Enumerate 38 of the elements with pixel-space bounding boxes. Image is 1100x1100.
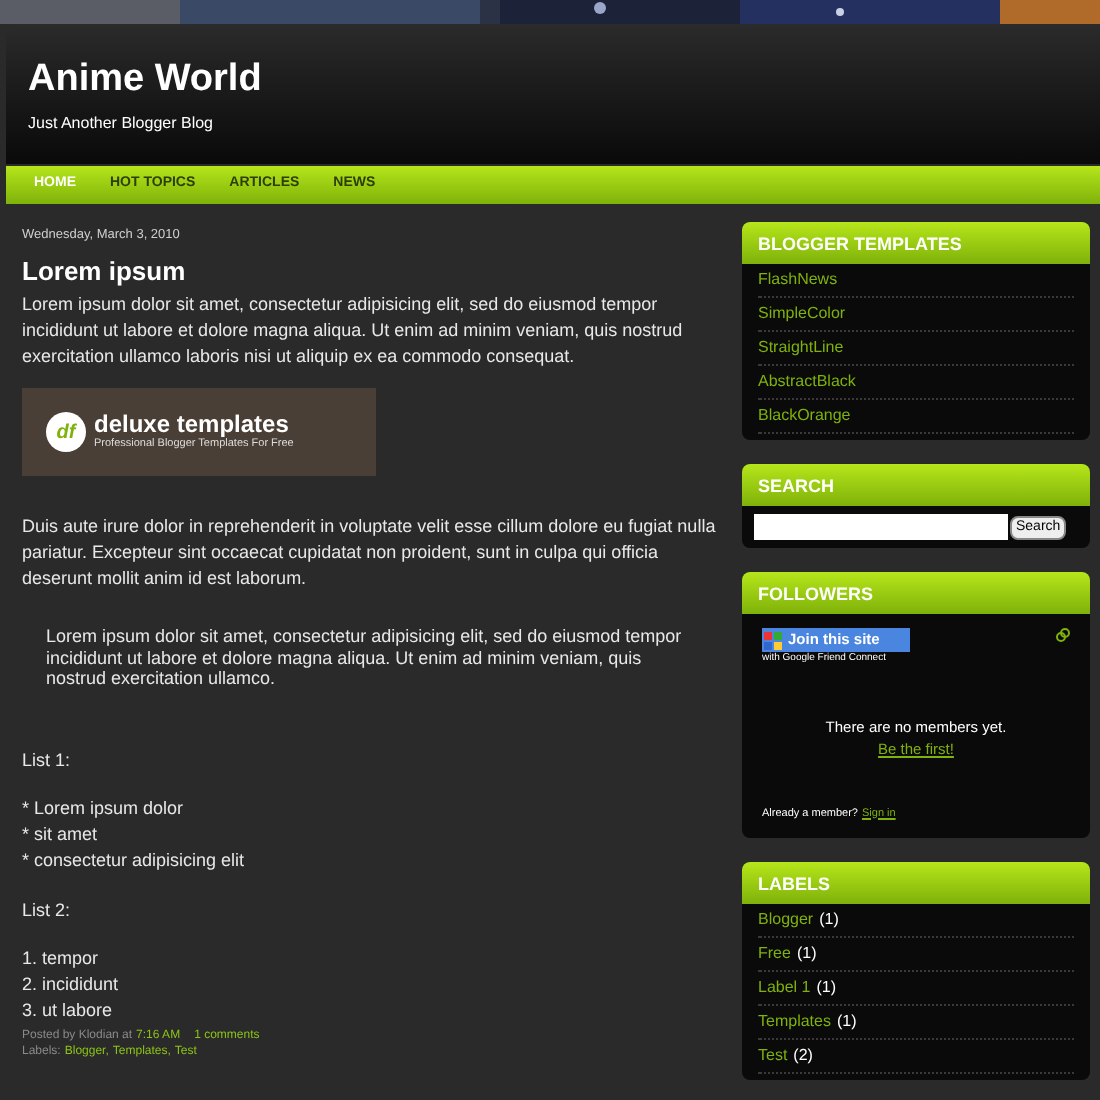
post-paragraph: Duis aute irure dolor in reprehenderit in voluptate velit esse cillum dolore eu fugiat nulla pariatur. Excepteur sint occaecat cupidatat non proident, sunt in culpa qui officia deserunt mollit anim id est laborum. [22, 514, 718, 592]
label-link[interactable]: Test [758, 1043, 788, 1068]
link-icon[interactable] [1056, 628, 1070, 642]
widget-title: SEARCH [758, 476, 835, 496]
list-item: * Lorem ipsum dolor [22, 795, 186, 821]
sidebar-link[interactable]: AbstractBlack [758, 366, 1074, 400]
label-count: (2) [793, 1043, 813, 1068]
list-item: 2. incididunt [22, 971, 121, 997]
list-item: 3. ut labore [22, 997, 115, 1023]
sidebar-link[interactable]: BlackOrange [758, 400, 1074, 434]
label-count: (1) [816, 975, 837, 1000]
list-heading: List 2: [22, 897, 73, 923]
search-field[interactable] [754, 514, 1008, 540]
list-item: 1. tempor [22, 945, 101, 971]
widget-title: LABELS [758, 873, 830, 894]
grid-icon [764, 631, 782, 649]
widget-title: FOLLOWERS [758, 584, 873, 604]
list-item: * sit amet [22, 821, 100, 847]
block-quote: Lorem ipsum dolor sit amet, consectetur adipisicing elit, sed do eiusmod tempor incididunt ut labore et dolore magna aliqua. Ut enim ad minim veniam, quis nostrud exercitation ullamco. [44, 626, 684, 689]
logo-icon: df [46, 412, 86, 452]
label-count: (1) [836, 1009, 857, 1034]
label-link[interactable]: Label 1 [758, 975, 811, 1000]
label-link[interactable]: Blogger [758, 907, 814, 932]
label-count: (1) [796, 941, 817, 966]
post-title[interactable]: Lorem ipsum [22, 256, 722, 286]
list-heading: List 1: [22, 747, 73, 773]
sidebar-link[interactable]: FlashNews [758, 264, 1074, 298]
banner-title: deluxe templates [94, 412, 291, 438]
blog-title[interactable]: Anime World [28, 60, 1078, 98]
sidebar-link[interactable]: StraightLine [758, 332, 1074, 366]
label-link[interactable]: Free [758, 941, 791, 966]
sidebar-link[interactable]: SimpleColor [758, 298, 1074, 332]
list-item: * consectetur adipisicing elit [22, 847, 247, 873]
post-paragraph: Lorem ipsum dolor sit amet, consectetur adipisicing elit, sed do eiusmod tempor incididunt ut labore et dolore magna aliqua. Ut enim ad minim veniam, quis nostrud exercitation ullamco laboris nisi ut aliquip ex ea commodo consequat. [22, 292, 685, 370]
widget-title: BLOGGER TEMPLATES [758, 234, 962, 254]
blog-tagline: Just Another Blogger Blog [28, 112, 216, 136]
label-count: (1) [819, 907, 839, 932]
label-link[interactable]: Templates [758, 1009, 831, 1034]
